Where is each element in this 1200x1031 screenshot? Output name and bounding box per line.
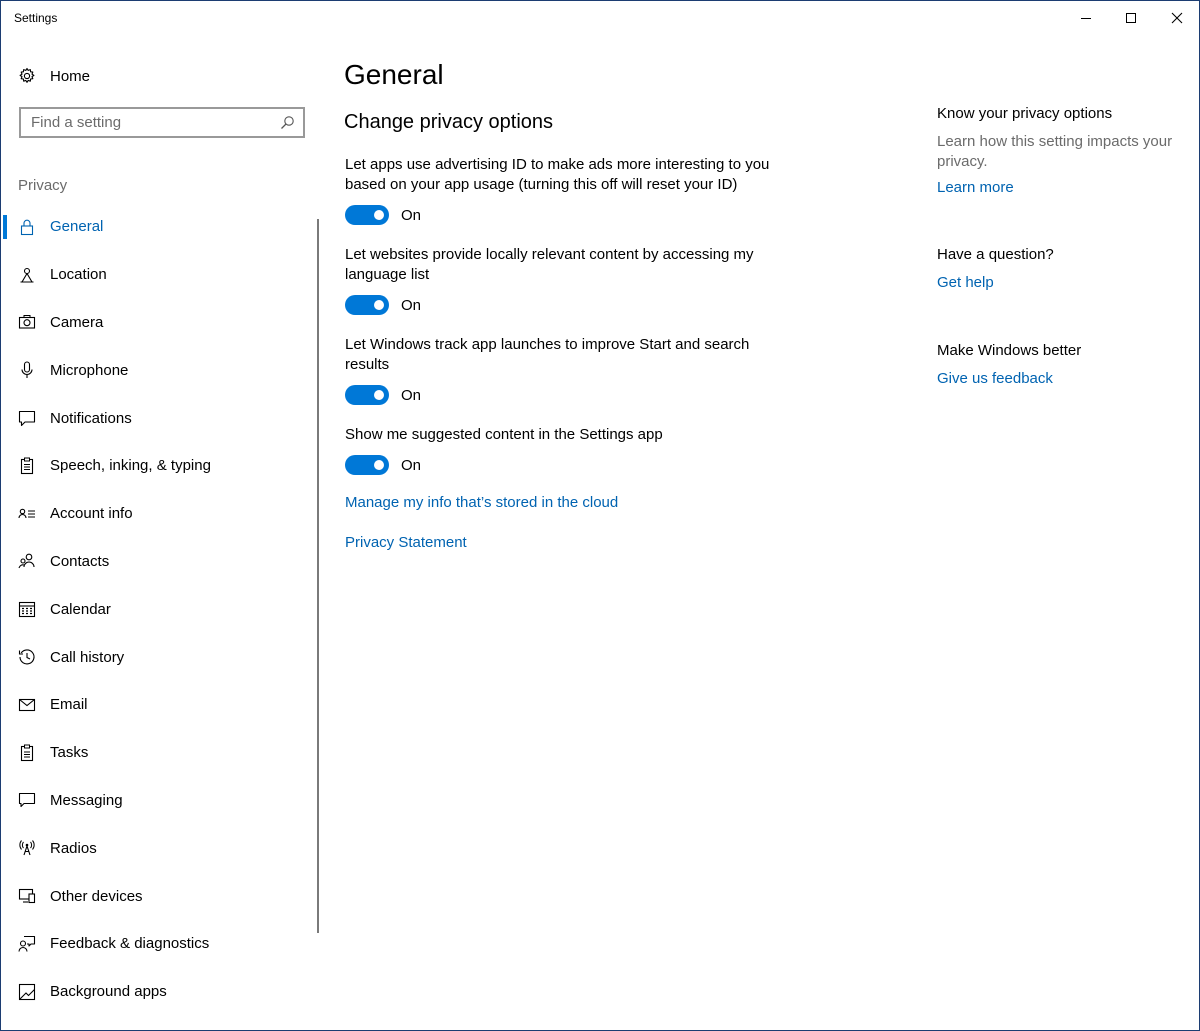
learn-more-link[interactable]: Learn more: [937, 179, 1014, 196]
microphone-icon: [21, 361, 33, 379]
sidebar-item-label: Speech, inking, & typing: [50, 457, 211, 475]
language-list-toggle[interactable]: [345, 295, 389, 315]
sidebar-item-label: Notifications: [50, 409, 132, 427]
sidebar-item-notifications[interactable]: Notifications: [1, 394, 317, 442]
messaging-icon: [18, 793, 36, 808]
sidebar-item-label: Other devices: [50, 887, 143, 905]
sidebar-item-label: General: [50, 218, 104, 236]
search-icon[interactable]: [280, 115, 295, 130]
give-feedback-link[interactable]: Give us feedback: [937, 370, 1053, 387]
suggested-content-toggle[interactable]: [345, 455, 389, 475]
sidebar-item-calendar[interactable]: Calendar: [1, 585, 317, 633]
track-app-launches-toggle[interactable]: [345, 385, 389, 405]
privacy-nav: General Location Camera Microphone Notif…: [1, 203, 317, 1016]
feedback-icon: [18, 935, 36, 952]
sidebar-item-label: Tasks: [50, 744, 89, 762]
sidebar-item-label: Email: [50, 696, 88, 714]
question-heading: Have a question?: [937, 246, 1054, 263]
sidebar-item-tasks[interactable]: Tasks: [1, 729, 317, 777]
location-icon: [20, 267, 34, 283]
call-history-icon: [18, 649, 35, 665]
toggle-state-label: On: [401, 386, 422, 404]
home-label: Home: [50, 67, 91, 85]
sidebar-item-label: Location: [50, 266, 107, 284]
sidebar-item-other-devices[interactable]: Other devices: [1, 872, 317, 920]
sidebar-item-account-info[interactable]: Account info: [1, 490, 317, 538]
privacy-section-title: Privacy: [18, 177, 68, 194]
email-icon: [18, 698, 36, 711]
gear-icon: [19, 67, 35, 83]
radios-icon: [19, 840, 35, 856]
setting-track-app-launches: Let Windows track app launches to improv…: [345, 335, 785, 405]
sidebar-item-label: Feedback & diagnostics: [50, 935, 210, 953]
know-privacy-heading: Know your privacy options: [937, 105, 1113, 122]
sidebar-item-call-history[interactable]: Call history: [1, 633, 317, 681]
contacts-icon: [18, 554, 35, 569]
sidebar-item-general[interactable]: General: [1, 203, 317, 251]
setting-language-list: Let websites provide locally relevant co…: [345, 245, 785, 315]
sidebar-item-background-apps[interactable]: Background apps: [1, 968, 317, 1016]
minimize-icon: [1081, 18, 1091, 19]
setting-description: Let apps use advertising ID to make ads …: [345, 156, 770, 193]
manage-cloud-info-link[interactable]: Manage my info that’s stored in the clou…: [345, 494, 618, 511]
app-title: Settings: [14, 11, 58, 25]
toggle-state-label: On: [401, 206, 422, 224]
toggle-state-label: On: [401, 456, 422, 474]
camera-icon: [18, 315, 36, 330]
calendar-icon: [18, 602, 36, 618]
setting-description: Let websites provide locally relevant co…: [345, 246, 754, 283]
account-info-icon: [18, 508, 35, 518]
make-windows-better-heading: Make Windows better: [937, 342, 1082, 359]
know-privacy-text: Learn how this setting impacts your priv…: [937, 133, 1173, 170]
sidebar-item-microphone[interactable]: Microphone: [1, 346, 317, 394]
close-button[interactable]: [1154, 1, 1199, 35]
setting-suggested-content: Show me suggested content in the Setting…: [345, 425, 785, 475]
lock-icon: [20, 219, 34, 235]
setting-description: Show me suggested content in the Setting…: [345, 426, 663, 443]
sidebar-item-label: Calendar: [50, 600, 111, 618]
maximize-button[interactable]: [1108, 1, 1154, 35]
privacy-statement-link[interactable]: Privacy Statement: [345, 534, 467, 551]
search-box[interactable]: [19, 107, 305, 138]
sidebar-item-email[interactable]: Email: [1, 681, 317, 729]
sidebar: Home Privacy General Location Camera: [1, 35, 323, 1030]
sidebar-item-label: Camera: [50, 313, 104, 331]
sidebar-item-label: Account info: [50, 505, 133, 523]
background-apps-icon: [18, 983, 36, 1000]
sidebar-scrollbar[interactable]: [317, 219, 319, 933]
page-title: General: [344, 59, 444, 90]
setting-advertising-id: Let apps use advertising ID to make ads …: [345, 155, 785, 225]
notifications-icon: [18, 411, 36, 427]
sidebar-item-label: Contacts: [50, 552, 110, 570]
home-link[interactable]: Home: [18, 65, 90, 87]
sidebar-item-label: Radios: [50, 839, 97, 857]
maximize-icon: [1126, 13, 1136, 23]
sidebar-item-camera[interactable]: Camera: [1, 299, 317, 347]
tasks-icon: [20, 744, 34, 761]
advertising-id-toggle[interactable]: [345, 205, 389, 225]
sidebar-item-location[interactable]: Location: [1, 251, 317, 299]
other-devices-icon: [18, 888, 36, 904]
sidebar-item-label: Messaging: [50, 791, 123, 809]
toggle-state-label: On: [401, 296, 422, 314]
sidebar-item-messaging[interactable]: Messaging: [1, 777, 317, 825]
settings-window: Settings Home Privacy: [0, 0, 1200, 1031]
section-heading: Change privacy options: [344, 111, 554, 133]
search-input[interactable]: [31, 114, 271, 131]
sidebar-item-label: Call history: [50, 648, 125, 666]
get-help-link[interactable]: Get help: [937, 274, 994, 291]
sidebar-item-radios[interactable]: Radios: [1, 824, 317, 872]
title-bar: Settings: [1, 1, 1199, 35]
sidebar-item-label: Microphone: [50, 361, 129, 379]
sidebar-item-label: Background apps: [50, 983, 167, 1001]
speech-icon: [20, 457, 34, 474]
minimize-button[interactable]: [1063, 1, 1109, 35]
close-icon: [1171, 12, 1183, 24]
setting-description: Let Windows track app launches to improv…: [345, 336, 750, 373]
sidebar-item-speech[interactable]: Speech, inking, & typing: [1, 442, 317, 490]
sidebar-item-contacts[interactable]: Contacts: [1, 538, 317, 586]
sidebar-item-feedback[interactable]: Feedback & diagnostics: [1, 920, 317, 968]
